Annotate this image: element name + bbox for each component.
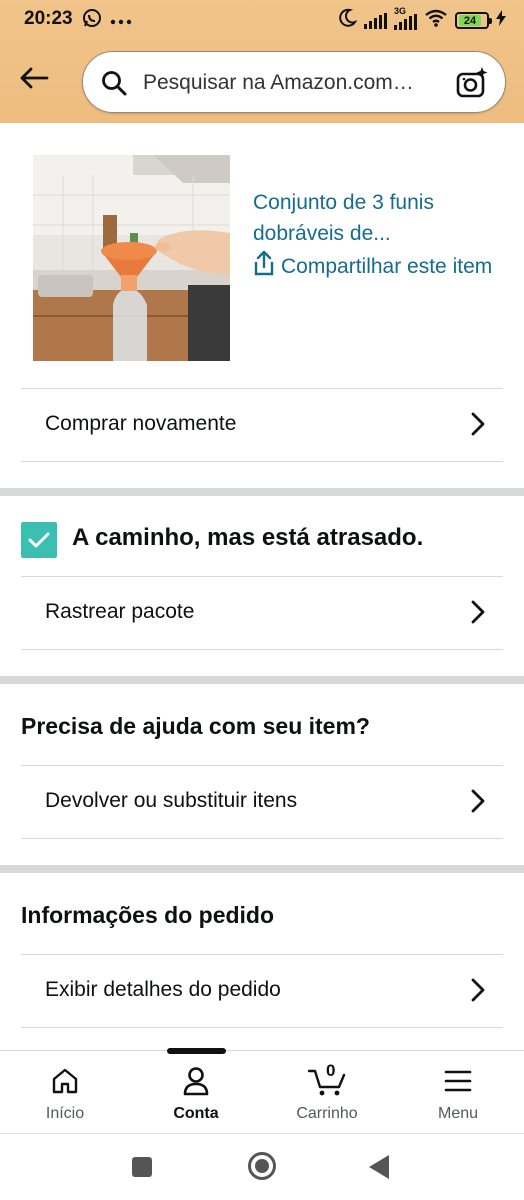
nav-cart-label: Carrinho <box>296 1105 358 1122</box>
order-info-heading: Informações do pedido <box>21 902 275 928</box>
section-separator <box>0 676 524 684</box>
back-triangle-icon[interactable] <box>368 1154 390 1185</box>
buy-again-label: Comprar novamente <box>45 412 237 435</box>
product-title[interactable]: Conjunto de 3 funis dobráveis de... <box>253 187 493 249</box>
share-label: Compartilhar este item <box>281 255 493 278</box>
share-link[interactable]: Compartilhar este item <box>253 250 503 285</box>
order-details-label: Exibir detalhes do pedido <box>45 978 281 1001</box>
nav-account[interactable]: Conta <box>141 1063 251 1123</box>
divider <box>21 649 503 650</box>
divider <box>21 838 503 839</box>
whatsapp-icon <box>82 8 102 33</box>
nav-home[interactable]: Início <box>10 1063 120 1123</box>
help-heading: Precisa de ajuda com seu item? <box>21 713 370 739</box>
back-button[interactable] <box>16 62 52 98</box>
section-separator <box>0 488 524 496</box>
nav-home-label: Início <box>45 1105 85 1122</box>
share-icon <box>253 250 275 285</box>
divider <box>21 461 503 462</box>
status-right-icons: 3G 24 <box>337 6 506 33</box>
product-image[interactable] <box>33 155 230 361</box>
nav-cart[interactable]: 0 Carrinho <box>272 1061 382 1123</box>
delivery-status: A caminho, mas está atrasado. <box>72 524 424 551</box>
status-bar: 20:23 3G 24 <box>0 0 524 40</box>
home-icon <box>10 1063 120 1099</box>
more-dots-icon <box>110 12 132 30</box>
cart-icon: 0 <box>272 1061 382 1099</box>
battery-level: 24 <box>459 15 481 27</box>
nav-menu[interactable]: Menu <box>403 1063 513 1123</box>
signal-3g-icon: 3G <box>394 6 417 30</box>
home-circle-icon[interactable] <box>247 1151 277 1186</box>
header-bar: 20:23 3G 24 Pesquisar na Amazon.com… <box>0 0 524 123</box>
buy-again-row[interactable]: Comprar novamente <box>21 388 503 460</box>
section-separator <box>0 865 524 873</box>
status-time: 20:23 <box>24 8 73 29</box>
track-package-row[interactable]: Rastrear pacote <box>21 576 503 648</box>
status-left-icons <box>82 8 132 33</box>
nav-account-label: Conta <box>173 1105 219 1122</box>
chevron-right-icon <box>471 789 485 818</box>
camera-sparkle-icon[interactable] <box>455 66 489 105</box>
cart-count: 0 <box>326 1061 336 1080</box>
active-tab-indicator <box>167 1048 226 1054</box>
person-icon <box>141 1063 251 1099</box>
battery-icon: 24 <box>455 12 492 29</box>
charging-icon <box>496 10 506 31</box>
chevron-right-icon <box>471 600 485 629</box>
return-replace-label: Devolver ou substituir itens <box>45 789 298 812</box>
hamburger-icon <box>403 1063 513 1099</box>
nav-menu-label: Menu <box>437 1105 479 1122</box>
arrow-left-icon <box>19 66 49 95</box>
search-icon <box>101 70 127 101</box>
moon-icon <box>337 8 358 33</box>
wifi-icon <box>424 9 448 32</box>
track-package-label: Rastrear pacote <box>45 600 195 623</box>
divider <box>21 1027 503 1028</box>
search-bar[interactable]: Pesquisar na Amazon.com… <box>82 51 506 113</box>
chevron-right-icon <box>471 412 485 441</box>
network-label: 3G <box>394 5 407 16</box>
chevron-right-icon <box>471 978 485 1007</box>
recent-apps-icon[interactable] <box>131 1156 153 1183</box>
search-input[interactable]: Pesquisar na Amazon.com… <box>143 66 449 100</box>
order-details-row[interactable]: Exibir detalhes do pedido <box>21 954 503 1026</box>
bottom-nav: Início Conta 0 Carrinho Menu <box>0 1048 524 1133</box>
system-nav-bar <box>0 1133 524 1200</box>
check-icon <box>21 522 57 558</box>
signal-icon <box>364 12 387 29</box>
return-replace-row[interactable]: Devolver ou substituir itens <box>21 765 503 837</box>
